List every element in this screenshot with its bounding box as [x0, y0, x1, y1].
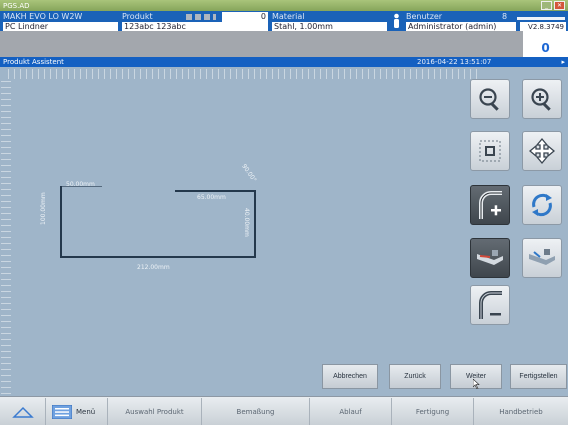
fit-view-button[interactable] [470, 131, 510, 171]
rotate-button[interactable] [522, 185, 562, 225]
nav-sequence[interactable]: Ablauf [310, 398, 392, 425]
user-number: 8 [502, 12, 508, 21]
dim-top-right: 65.00mm [197, 194, 226, 201]
menu-icon [52, 404, 72, 419]
zoom-out-button[interactable] [470, 79, 510, 119]
dim-left-top: 50.00mm [66, 181, 95, 188]
dim-bottom: 212.00mm [137, 264, 170, 271]
rotate-icon [532, 193, 552, 217]
fit-view-icon [479, 140, 501, 162]
machine-name: MAKH EVO LO W2W [3, 12, 83, 21]
flip-part-button[interactable] [522, 238, 562, 278]
cancel-button[interactable]: Abbrechen [322, 364, 378, 389]
zoom-in-button[interactable] [522, 79, 562, 119]
zoom-out-icon [479, 88, 499, 111]
bottom-navigation: Menü Auswahl Produkt Bemaßung Ablauf Fer… [0, 396, 568, 425]
assistant-title: Produkt Assistent [3, 58, 64, 66]
window-controls: _ ✕ [541, 1, 565, 10]
profile-top-segment [175, 190, 256, 192]
product-progress-indicator [186, 14, 216, 20]
pan-button[interactable] [522, 131, 562, 171]
profile-bottom-segment [60, 256, 256, 258]
nav-production[interactable]: Fertigung [392, 398, 474, 425]
finish-button[interactable]: Fertigstellen [510, 364, 567, 389]
app-title: PGS.AD [3, 1, 30, 10]
nav-select-product[interactable]: Auswahl Produkt [108, 398, 202, 425]
remove-bend-button[interactable] [470, 285, 510, 325]
flip-part-icon [529, 249, 555, 265]
close-button[interactable]: ✕ [554, 1, 565, 10]
machine-view-button[interactable] [470, 238, 510, 278]
corner-icon: ▸ [561, 58, 565, 66]
add-bend-icon [479, 191, 502, 219]
product-count-field: 0 [222, 12, 268, 22]
dim-right-vertical: 40.00mm [243, 208, 250, 237]
drawing-canvas[interactable]: 50.00mm 100.00mm 65.00mm 40.00mm 212.00m… [0, 67, 568, 396]
ruler-top [8, 69, 478, 79]
counter-display: 0 [523, 31, 568, 57]
user-label: Benutzer [406, 12, 443, 21]
zoom-in-icon [531, 88, 551, 111]
menu-label: Menü [76, 407, 96, 416]
mouse-cursor-icon [472, 378, 481, 390]
profile-left-segment [60, 186, 62, 258]
pan-icon [528, 137, 556, 165]
product-label: Produkt [122, 12, 153, 21]
menu-button[interactable]: Menü [46, 398, 108, 425]
dim-angle: 90.00° [240, 163, 258, 184]
title-bar: PGS.AD _ ✕ [0, 0, 568, 11]
minimize-button[interactable]: _ [541, 1, 552, 10]
nav-dimensioning[interactable]: Bemaßung [202, 398, 310, 425]
back-button[interactable]: Zurück [389, 364, 441, 389]
add-bend-button[interactable] [470, 185, 510, 225]
remove-bend-icon [479, 291, 502, 319]
nav-manual[interactable]: Handbetrieb [474, 398, 568, 425]
machine-view-icon [477, 250, 503, 265]
user-icon [392, 13, 401, 30]
timestamp: 2016-04-22 13:51:07 [417, 58, 492, 66]
material-label: Material [272, 12, 305, 21]
dim-left-vertical: 100.00mm [40, 192, 47, 225]
ruler-left [1, 79, 11, 394]
assistant-bar: Produkt Assistent 2016-04-22 13:51:07 ▸ [0, 57, 568, 67]
up-button[interactable] [0, 398, 46, 425]
profile-right-segment [254, 190, 256, 258]
user-level-bar [517, 17, 565, 20]
triangle-up-icon [11, 406, 34, 418]
status-strip [0, 31, 523, 57]
